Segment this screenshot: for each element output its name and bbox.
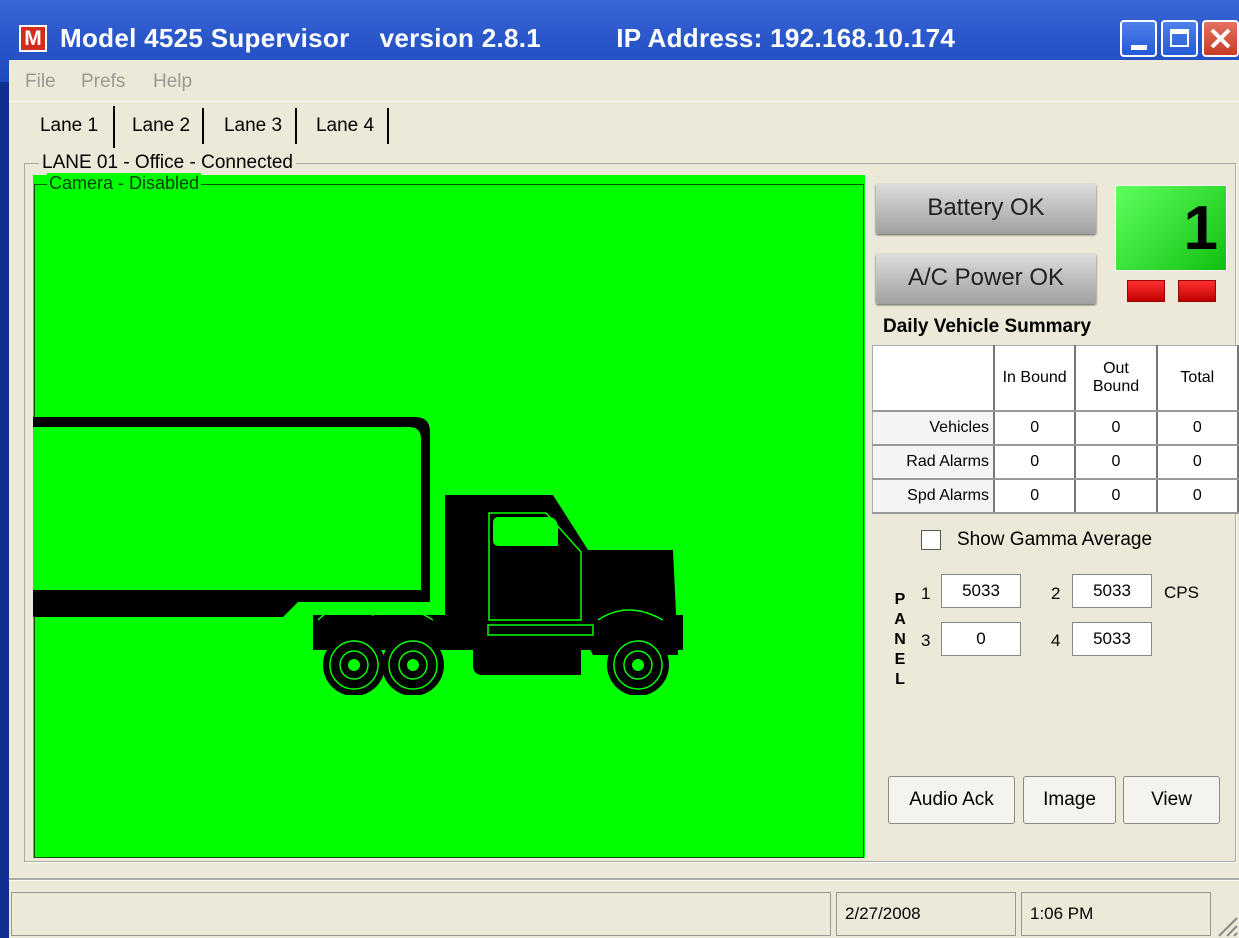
cell-total: 0 [1156, 478, 1239, 514]
panel-letter: A [894, 611, 906, 628]
row-label: Rad Alarms [871, 444, 995, 480]
tab-lane-1[interactable]: Lane 1 [25, 106, 115, 148]
table-header-row: In Bound Out Bound Total [871, 345, 1239, 412]
column-header-outbound: Out Bound [1074, 345, 1158, 412]
lane-tabs: Lane 1 Lane 2 Lane 3 Lane 4 [9, 104, 1239, 150]
image-button[interactable]: Image [1023, 776, 1116, 824]
channel-1-value: 5033 [941, 574, 1021, 608]
cell-outbound: 0 [1074, 478, 1158, 514]
gamma-average-label[interactable]: Show Gamma Average [957, 529, 1152, 551]
lane-status-indicator: 1 [1115, 185, 1227, 271]
truck-icon [33, 417, 683, 695]
table-row: Spd Alarms 0 0 0 [871, 478, 1239, 514]
close-icon [1210, 28, 1231, 49]
status-message [11, 892, 831, 936]
app-logo-icon: M [19, 25, 47, 52]
gamma-average-checkbox[interactable] [921, 530, 941, 550]
cell-inbound: 0 [993, 478, 1077, 514]
cell-outbound: 0 [1074, 444, 1158, 480]
panel-letter: E [894, 651, 906, 668]
channel-1-label: 1 [921, 584, 931, 603]
status-time: 1:06 PM [1021, 892, 1211, 936]
camera-label: Camera - Disabled [47, 173, 202, 194]
channel-4-value: 5033 [1072, 622, 1152, 656]
channel-2-value: 5033 [1072, 574, 1152, 608]
panel-label: P A N E L [893, 590, 907, 690]
maximize-icon [1170, 29, 1189, 47]
cell-inbound: 0 [993, 444, 1077, 480]
cell-total: 0 [1156, 444, 1239, 480]
alarm-led-right [1178, 280, 1216, 302]
resize-grip-icon[interactable] [1209, 908, 1239, 938]
summary-title: Daily Vehicle Summary [883, 316, 1092, 337]
table-row: Vehicles 0 0 0 [871, 410, 1239, 446]
window-title: Model 4525 Supervisor version 2.8.1 IP A… [60, 23, 956, 53]
ac-power-status-button[interactable]: A/C Power OK [876, 254, 1096, 304]
menu-help[interactable]: Help [153, 71, 192, 93]
tab-lane-4[interactable]: Lane 4 [303, 108, 389, 144]
row-label: Spd Alarms [871, 478, 995, 514]
column-header-outbound-line2: Bound [1092, 378, 1140, 395]
window-client: File Prefs Help Lane 1 Lane 2 Lane 3 Lan… [9, 60, 1239, 938]
menu-bar: File Prefs Help [9, 60, 1239, 102]
table-row: Rad Alarms 0 0 0 [871, 444, 1239, 480]
column-header-outbound-line1: Out [1103, 360, 1129, 377]
tab-lane-3[interactable]: Lane 3 [211, 108, 297, 144]
view-button[interactable]: View [1123, 776, 1220, 824]
status-divider [9, 878, 1239, 880]
channel-2-label: 2 [1051, 584, 1061, 603]
alarm-led-left [1127, 280, 1165, 302]
cell-inbound: 0 [993, 410, 1077, 446]
column-header-inbound: In Bound [993, 345, 1077, 412]
minimize-icon [1131, 45, 1147, 50]
battery-status-button[interactable]: Battery OK [876, 184, 1096, 234]
close-button[interactable] [1202, 20, 1239, 57]
menu-prefs[interactable]: Prefs [81, 71, 125, 93]
panel-letter: P [894, 591, 906, 608]
tab-lane-2[interactable]: Lane 2 [120, 108, 204, 144]
column-header-total: Total [1156, 345, 1239, 412]
channel-3-value: 0 [941, 622, 1021, 656]
table-corner [871, 345, 995, 412]
cell-outbound: 0 [1074, 410, 1158, 446]
channel-3-label: 3 [921, 631, 931, 650]
menu-file[interactable]: File [25, 71, 56, 93]
lane-group-label: LANE 01 - Office - Connected [39, 152, 296, 174]
audio-ack-button[interactable]: Audio Ack [888, 776, 1015, 824]
panel-letter: L [895, 671, 905, 688]
menu-divider [9, 101, 1239, 102]
status-date: 2/27/2008 [836, 892, 1016, 936]
maximize-button[interactable] [1161, 20, 1198, 57]
minimize-button[interactable] [1120, 20, 1157, 57]
panel-letter: N [894, 631, 906, 648]
cps-unit-label: CPS [1164, 583, 1199, 602]
camera-view: Camera - Disabled [33, 173, 865, 858]
channel-4-label: 4 [1051, 631, 1061, 650]
row-label: Vehicles [871, 410, 995, 446]
status-bar: 2/27/2008 1:06 PM [9, 868, 1239, 938]
vehicle-summary-table: In Bound Out Bound Total Vehicles 0 0 0 … [871, 345, 1239, 514]
cell-total: 0 [1156, 410, 1239, 446]
